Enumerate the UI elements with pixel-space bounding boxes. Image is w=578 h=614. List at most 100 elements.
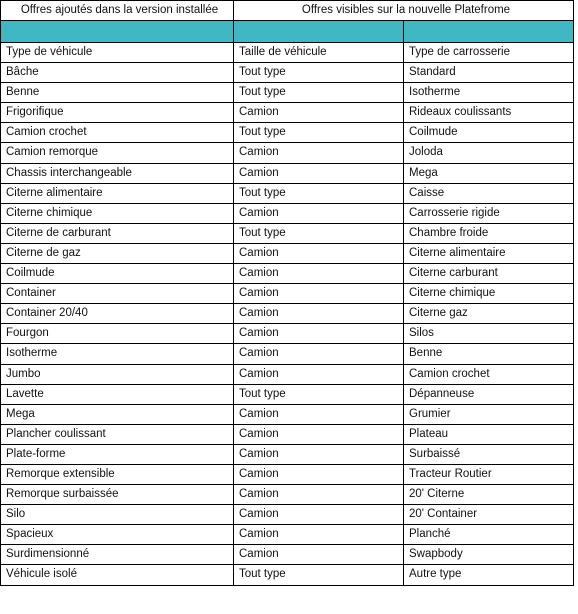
table-cell: Container: [0, 283, 234, 305]
accent-band-cell-middle: [233, 20, 404, 43]
table-cell: Frigorifique: [0, 102, 234, 124]
table-cell: Chassis interchangeable: [0, 162, 234, 184]
table-cell: 20' Citerne: [402, 484, 575, 506]
table-cell: Silo: [0, 504, 234, 526]
table-cell: Surbaissé: [402, 443, 575, 465]
table-cell: Swapbody: [402, 544, 575, 566]
table-cell: Camion remorque: [0, 142, 234, 164]
table-row: Benne Tout type Isotherme: [0, 82, 575, 104]
table-cell: Autre type: [402, 564, 575, 586]
table-cell: Citerne de carburant: [0, 222, 234, 244]
table-cell: Camion: [233, 303, 404, 325]
table-cell: Rideaux coulissants: [402, 102, 575, 124]
table-cell: Tout type: [233, 182, 404, 204]
table-cell: Camion: [233, 202, 404, 224]
table-cell: Tout type: [233, 122, 404, 144]
table-cell: Camion: [233, 343, 404, 365]
table-cell: Plateau: [402, 423, 575, 445]
table-cell: Lavette: [0, 383, 234, 405]
table-cell: Camion: [233, 142, 404, 164]
table-cell: Spacieux: [0, 524, 234, 546]
table-cell: Grumier: [402, 403, 575, 425]
table-row: Container Camion Citerne chimique: [0, 283, 575, 305]
table-cell: Remorque extensible: [0, 463, 234, 486]
table-cell: Camion: [233, 524, 404, 546]
table-column-header-row: Type de véhicule Taille de véhicule Type d…: [0, 41, 575, 64]
table-cell: Camion: [233, 443, 404, 465]
table-cell: Silos: [402, 323, 575, 345]
table-cell: Carrosserie rigide: [402, 202, 575, 224]
table-row: Mega Camion Grumier: [0, 403, 575, 425]
table-cell: Remorque surbaissée: [0, 484, 234, 506]
accent-band-row: [0, 20, 575, 43]
table-row: Surdimensionné Camion Swapbody: [0, 544, 575, 566]
table-cell: Camion: [233, 323, 404, 345]
table-cell: Citerne gaz: [402, 303, 575, 325]
table-cell: Caisse: [402, 182, 575, 204]
table-row: Bâche Tout type Standard: [0, 62, 575, 84]
header-cell-installed-version: Offres ajoutés dans la version installée: [0, 0, 234, 21]
column-header-cell: Type de carrosserie: [402, 41, 575, 64]
table-row: Container 20/40 Camion Citerne gaz: [0, 303, 575, 325]
table-cell: Tout type: [233, 222, 404, 244]
table-row: Citerne de carburant Tout type Chambre fro…: [0, 222, 575, 244]
table-row: Citerne de gaz Camion Citerne alimentaire: [0, 242, 575, 265]
table-cell: Camion: [233, 544, 404, 566]
table-cell: Jumbo: [0, 363, 234, 385]
table-row: Frigorifique Camion Rideaux coulissants: [0, 102, 575, 124]
table-cell: Plate-forme: [0, 443, 234, 465]
table-row: Camion remorque Camion Joloda: [0, 142, 575, 164]
table-row: Remorque extensible Camion Tracteur Routie…: [0, 463, 575, 486]
table-cell: Camion: [233, 162, 404, 184]
table-cell: Camion crochet: [0, 122, 234, 144]
table-row: Chassis interchangeable Camion Mega: [0, 162, 575, 184]
table-row: Isotherme Camion Benne: [0, 343, 575, 365]
table-cell: Camion: [233, 242, 404, 265]
table-cell: Citerne chimique: [402, 283, 575, 305]
table-cell: Standard: [402, 62, 575, 84]
table-cell: Tout type: [233, 62, 404, 84]
table-row: Jumbo Camion Camion crochet: [0, 363, 575, 385]
table-row: Plate-forme Camion Surbaissé: [0, 443, 575, 465]
table-body: Offres ajoutés dans la version installée…: [0, 0, 575, 586]
table-cell: Tout type: [233, 383, 404, 405]
table-cell: Citerne de gaz: [0, 242, 234, 265]
accent-band-cell-left: [0, 20, 234, 43]
table-cell: Dépanneuse: [402, 383, 575, 405]
table-cell: Container 20/40: [0, 303, 234, 325]
table-cell: Camion: [233, 484, 404, 506]
table-cell: Plancher coulissant: [0, 423, 234, 445]
table-row: Plancher coulissant Camion Plateau: [0, 423, 575, 445]
table-cell: Camion: [233, 403, 404, 425]
table-header-row: Offres ajoutés dans la version installée…: [0, 0, 575, 21]
table-cell: Citerne alimentaire: [0, 182, 234, 204]
spreadsheet-table-view: Offres ajoutés dans la version installée…: [0, 0, 578, 614]
table-cell: Citerne alimentaire: [402, 242, 575, 265]
table-cell: Isotherme: [0, 343, 234, 365]
table-row: Camion crochet Tout type Coilmude: [0, 122, 575, 144]
table-cell: Planché: [402, 524, 575, 546]
table-cell: Tout type: [233, 564, 404, 586]
table-cell: Benne: [0, 82, 234, 104]
table-row: Remorque surbaissée Camion 20' Citerne: [0, 484, 575, 506]
table-cell: Mega: [402, 162, 575, 184]
table-cell: Benne: [402, 343, 575, 365]
table-cell: Bâche: [0, 62, 234, 84]
column-header-cell: Type de véhicule: [0, 41, 234, 64]
table-row: Citerne alimentaire Tout type Caisse: [0, 182, 575, 204]
comparison-table: Offres ajoutés dans la version installée…: [0, 0, 575, 586]
table-cell: Surdimensionné: [0, 544, 234, 566]
table-cell: Citerne chimique: [0, 202, 234, 224]
table-cell: Camion crochet: [402, 363, 575, 385]
table-row: Silo Camion 20' Container: [0, 504, 575, 526]
table-cell: Coilmude: [0, 263, 234, 285]
table-cell: Mega: [0, 403, 234, 425]
table-cell: Camion: [233, 263, 404, 285]
table-cell: Camion: [233, 463, 404, 486]
table-cell: Camion: [233, 102, 404, 124]
table-row: Fourgon Camion Silos: [0, 323, 575, 345]
table-row: Coilmude Camion Citerne carburant: [0, 263, 575, 285]
table-row: Lavette Tout type Dépanneuse: [0, 383, 575, 405]
table-cell: Fourgon: [0, 323, 234, 345]
header-cell-new-platform: Offres visibles sur la nouvelle Platefro…: [232, 0, 575, 21]
